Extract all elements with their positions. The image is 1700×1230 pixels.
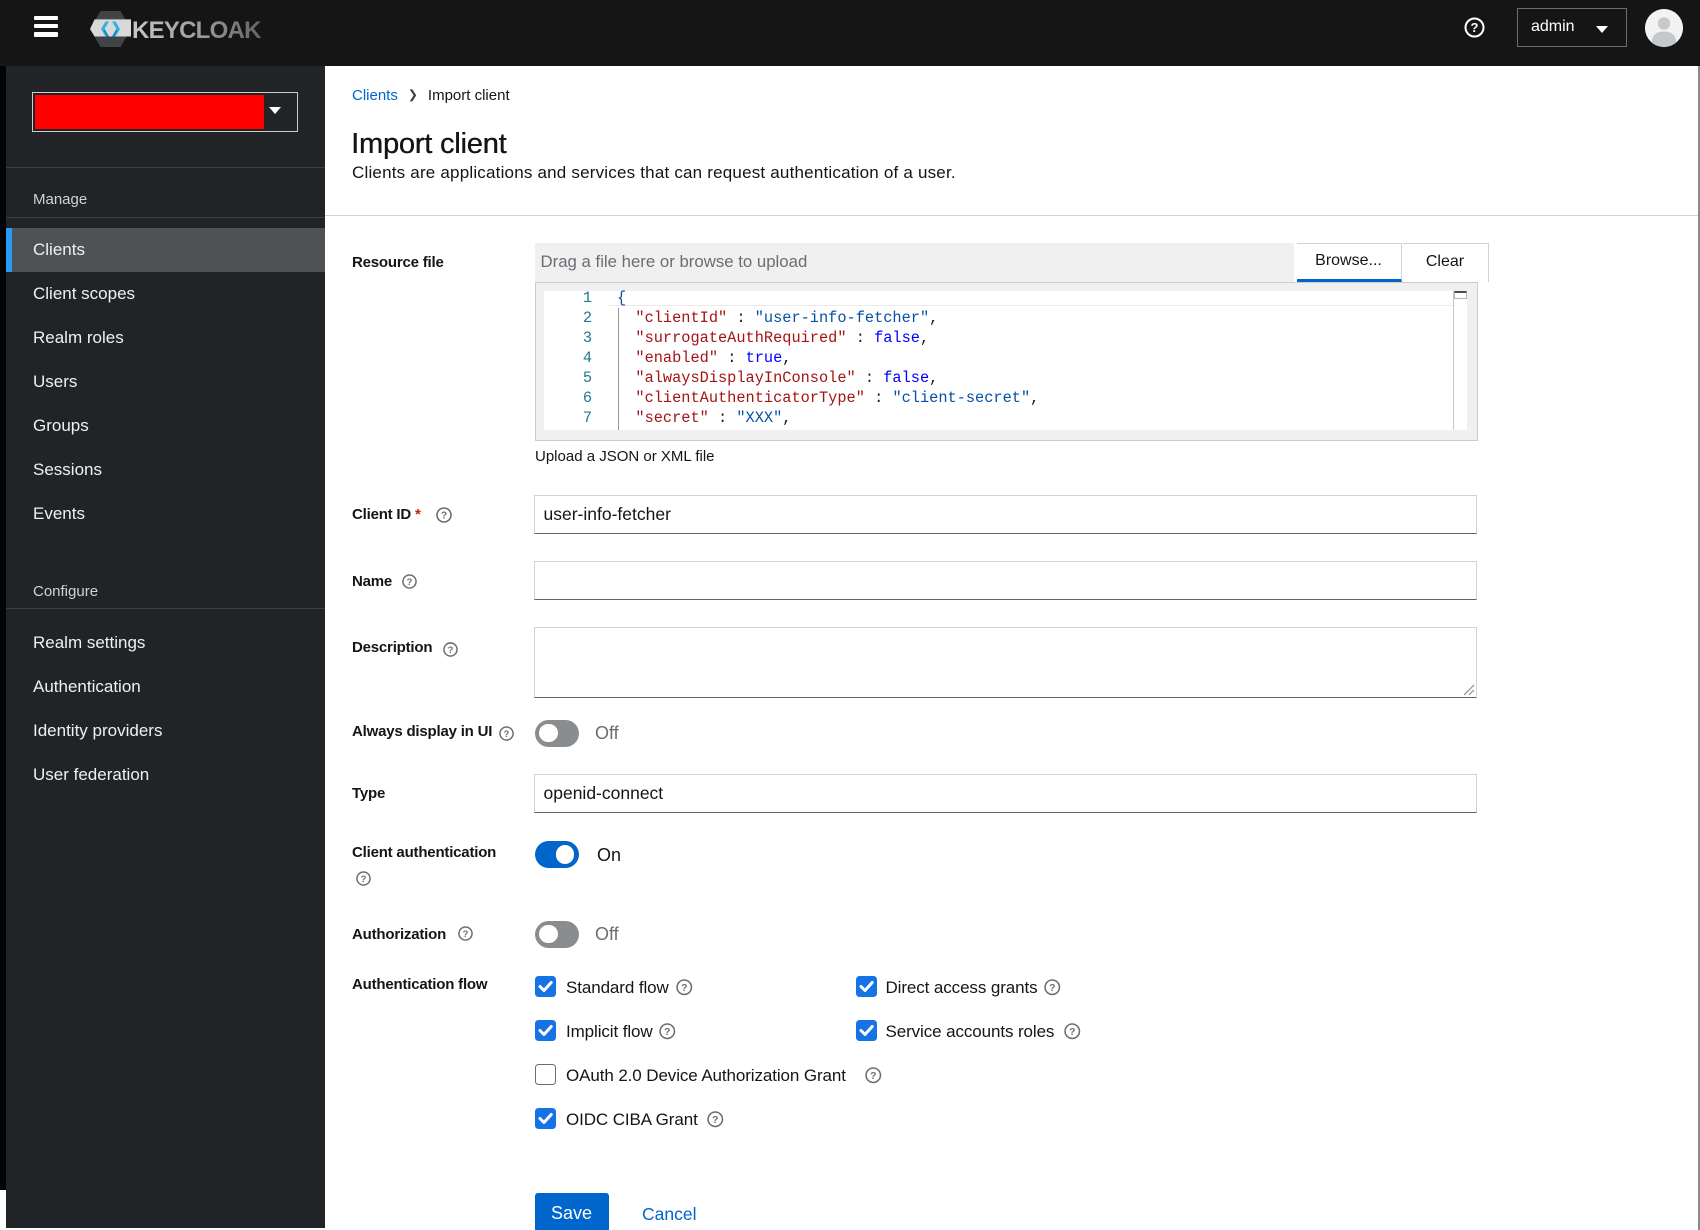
svg-text:?: ?: [1069, 1027, 1075, 1038]
svg-text:?: ?: [870, 1071, 876, 1082]
svg-text:?: ?: [407, 577, 413, 587]
svg-text:?: ?: [463, 929, 469, 939]
svg-text:?: ?: [361, 874, 367, 884]
svg-text:?: ?: [1471, 20, 1479, 35]
svg-text:?: ?: [664, 1027, 670, 1038]
svg-text:?: ?: [441, 511, 447, 522]
svg-text:?: ?: [504, 729, 510, 739]
svg-text:?: ?: [681, 983, 687, 994]
svg-text:?: ?: [1049, 983, 1055, 994]
svg-text:?: ?: [712, 1115, 718, 1126]
svg-text:?: ?: [448, 645, 454, 655]
